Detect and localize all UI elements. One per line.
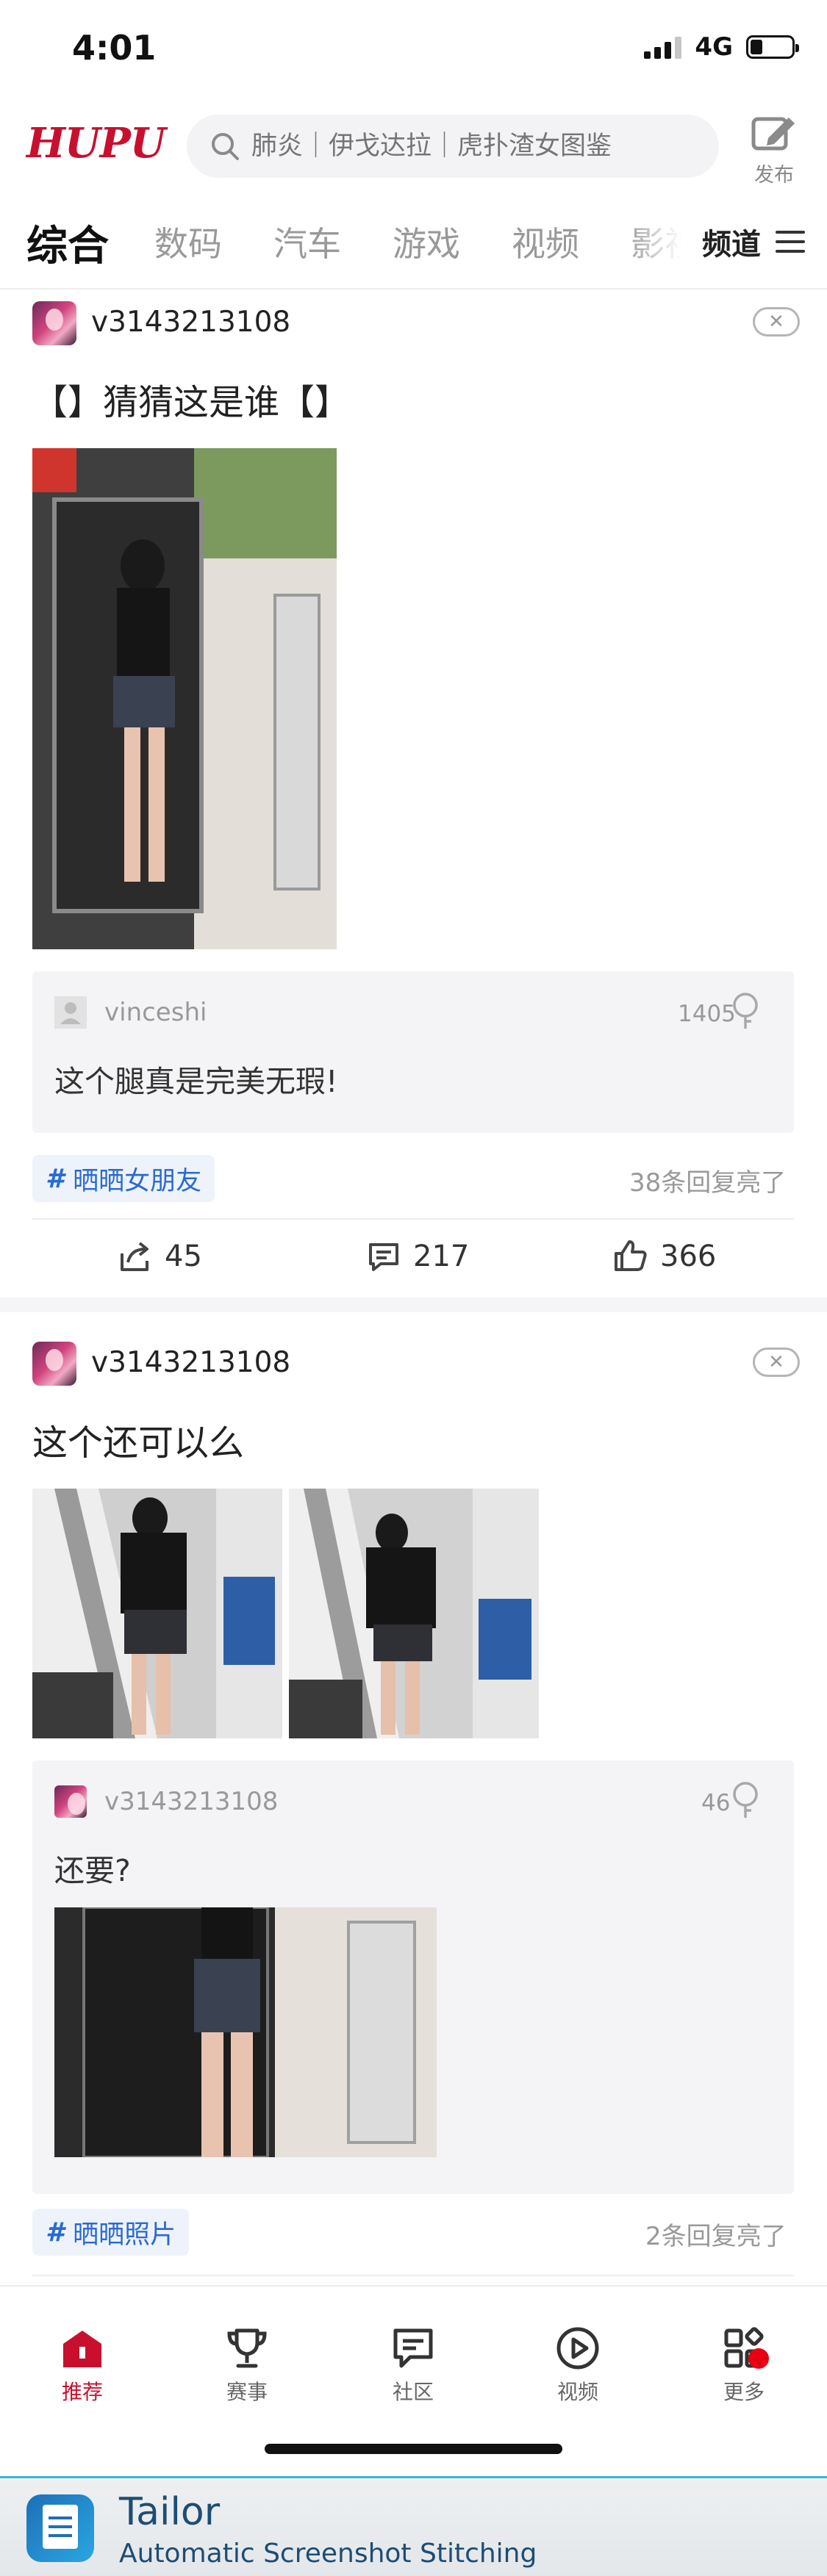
post-title[interactable]: 【】猜猜这是谁【】 bbox=[32, 373, 350, 425]
nav-label: 社区 bbox=[392, 2380, 434, 2404]
comment-avatar[interactable] bbox=[54, 1785, 87, 1818]
tailor-app-icon bbox=[26, 2494, 94, 2562]
notification-dot bbox=[748, 2348, 769, 2369]
hashtag-icon: # bbox=[46, 2217, 65, 2248]
comment-icon bbox=[369, 1243, 398, 1271]
channel-tabs: 综合 数码 汽车 游戏 视频 影视 频道 bbox=[0, 198, 827, 289]
channel-menu-button[interactable]: 频道 bbox=[695, 220, 805, 263]
tab-shuma[interactable]: 数码 bbox=[154, 217, 222, 266]
topic-tag-label: 晒晒照片 bbox=[73, 2220, 176, 2250]
post-card[interactable]: v3143213108 ✕ 【】猜猜这是谁【】 vinceshi 1405 这个… bbox=[0, 291, 827, 1298]
light-summary[interactable]: 38条回复亮了 bbox=[629, 1162, 786, 1198]
hot-comment-box[interactable]: v3143213108 46 还要? bbox=[32, 1760, 794, 2194]
comment-text: 还要? bbox=[54, 1853, 131, 1888]
avatar[interactable] bbox=[32, 301, 76, 345]
network-type: 4G bbox=[695, 32, 733, 62]
hupu-logo[interactable]: HUPU bbox=[26, 119, 166, 168]
tailor-name: Tailor bbox=[119, 2490, 221, 2534]
lightbulb-icon[interactable] bbox=[731, 1781, 760, 1821]
home-icon bbox=[63, 2331, 101, 2367]
status-bar: 4:01 4G bbox=[0, 0, 827, 103]
nav-video[interactable]: 视频 bbox=[534, 2325, 622, 2406]
user-avatar-icon bbox=[54, 996, 87, 1029]
hot-comment-box[interactable]: vinceshi 1405 这个腿真是完美无瑕! bbox=[32, 971, 794, 1133]
app-header: HUPU 发布 bbox=[0, 103, 827, 198]
close-icon[interactable]: ✕ bbox=[753, 1348, 800, 1377]
search-input[interactable] bbox=[251, 132, 692, 161]
post-username[interactable]: v3143213108 bbox=[91, 1346, 290, 1379]
chat-icon bbox=[393, 2328, 433, 2368]
tab-zonghe[interactable]: 综合 bbox=[26, 213, 109, 273]
nav-label: 视频 bbox=[556, 2380, 598, 2404]
share-icon bbox=[121, 1242, 148, 1271]
post-photo[interactable] bbox=[32, 448, 337, 949]
nav-label: 更多 bbox=[723, 2380, 765, 2404]
post-title[interactable]: 这个还可以么 bbox=[32, 1414, 244, 1465]
like-button[interactable]: 366 bbox=[613, 1239, 716, 1274]
comment-username[interactable]: vinceshi bbox=[104, 998, 207, 1027]
home-indicator[interactable] bbox=[265, 2444, 562, 2454]
thumbs-up-icon bbox=[615, 1240, 647, 1271]
tab-shipin[interactable]: 视频 bbox=[512, 217, 579, 266]
share-button[interactable]: 45 bbox=[118, 1239, 202, 1274]
close-icon[interactable]: ✕ bbox=[753, 307, 800, 337]
nav-label: 赛事 bbox=[226, 2380, 268, 2404]
battery-icon bbox=[746, 35, 799, 59]
lightbulb-icon[interactable] bbox=[731, 992, 760, 1032]
comment-photo[interactable] bbox=[54, 1907, 437, 2157]
comment-username[interactable]: v3143213108 bbox=[104, 1787, 278, 1816]
share-count: 45 bbox=[165, 1240, 202, 1273]
search-icon bbox=[212, 133, 239, 160]
light-summary[interactable]: 2条回复亮了 bbox=[645, 2216, 787, 2252]
hashtag-icon: # bbox=[46, 1163, 65, 1194]
nav-community[interactable]: 社区 bbox=[369, 2325, 457, 2406]
play-icon bbox=[556, 2327, 599, 2370]
status-time: 4:01 bbox=[72, 28, 157, 68]
nav-more[interactable]: 更多 bbox=[700, 2325, 788, 2406]
comment-count: 217 bbox=[413, 1240, 470, 1273]
search-bar[interactable] bbox=[187, 115, 719, 178]
topic-tag[interactable]: # 晒晒女朋友 bbox=[32, 1155, 215, 1202]
nav-label: 推荐 bbox=[61, 2380, 103, 2404]
tab-youxi[interactable]: 游戏 bbox=[393, 217, 460, 266]
like-count: 366 bbox=[660, 1240, 717, 1273]
tailor-banner[interactable]: Tailor Automatic Screenshot Stitching bbox=[0, 2476, 827, 2576]
avatar[interactable] bbox=[32, 1342, 76, 1386]
comment-text: 这个腿真是完美无瑕! bbox=[54, 1064, 338, 1099]
edit-icon bbox=[751, 117, 795, 151]
comment-button[interactable]: 217 bbox=[366, 1239, 469, 1274]
post-username[interactable]: v3143213108 bbox=[91, 306, 290, 339]
nav-recommend[interactable]: 推荐 bbox=[38, 2325, 126, 2406]
menu-icon bbox=[776, 231, 805, 253]
tab-qiche[interactable]: 汽车 bbox=[273, 217, 341, 266]
trophy-icon bbox=[227, 2328, 267, 2368]
status-indicators: 4G bbox=[644, 32, 799, 62]
post-card[interactable]: v3143213108 ✕ 这个还可以么 v3143213108 46 还要? … bbox=[0, 1312, 827, 2285]
post-photo[interactable] bbox=[32, 1489, 282, 1738]
topic-tag[interactable]: # 晒晒照片 bbox=[32, 2209, 190, 2256]
light-count: 1405 bbox=[678, 1001, 736, 1027]
tailor-subtitle: Automatic Screenshot Stitching bbox=[119, 2539, 537, 2569]
post-photo[interactable] bbox=[289, 1489, 539, 1738]
channel-label: 频道 bbox=[702, 228, 761, 262]
signal-icon bbox=[644, 35, 682, 59]
publish-button[interactable]: 发布 bbox=[745, 112, 803, 187]
topic-tag-label: 晒晒女朋友 bbox=[73, 1166, 202, 1196]
light-count: 46 bbox=[701, 1790, 731, 1816]
nav-events[interactable]: 赛事 bbox=[203, 2325, 291, 2406]
publish-label: 发布 bbox=[754, 164, 794, 187]
